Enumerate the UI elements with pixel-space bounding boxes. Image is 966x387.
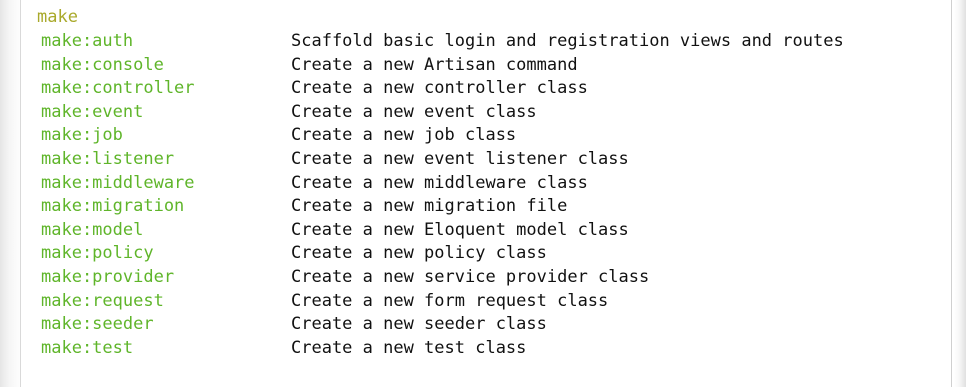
command-description: Create a new policy class: [291, 243, 547, 264]
command-row: make:listener Create a new event listener…: [41, 148, 844, 172]
command-name: make:auth: [41, 31, 134, 51]
command-row: make:test Create a new test class: [41, 337, 844, 361]
command-name: make:request: [41, 290, 164, 311]
command-description: Create a new seeder class: [291, 314, 547, 335]
command-description: Create a new migration file: [291, 196, 568, 217]
command-name: make:controller: [41, 78, 195, 99]
command-row: make:model Create a new Eloquent model cl…: [41, 219, 844, 243]
command-row: make:request Create a new form request cl…: [41, 290, 844, 314]
command-description: Create a new test class: [291, 337, 527, 358]
clipped-next-group-header: queue: [43, 381, 94, 387]
command-name: make:listener: [41, 148, 175, 169]
command-description: Create a new controller class: [291, 78, 588, 99]
command-description: Create a new job class: [291, 125, 517, 146]
command-group-header: make: [37, 7, 78, 27]
command-description: Create a new form request class: [291, 290, 609, 311]
command-row: make:auth Scaffold basic login and regist…: [41, 30, 844, 54]
command-row: make:migration Create a new migration fil…: [41, 195, 844, 219]
command-row: make:middleware Create a new middleware c…: [41, 172, 844, 196]
command-row: make:controller Create a new controller c…: [41, 77, 844, 101]
command-name: make:middleware: [41, 172, 195, 193]
command-description: Create a new event class: [291, 101, 537, 122]
command-description: Scaffold basic login and registration vi…: [291, 31, 844, 51]
command-name: make:seeder: [41, 314, 154, 335]
command-row: make:policy Create a new policy class: [41, 242, 844, 266]
command-description: Create a new event listener class: [291, 148, 629, 169]
command-row: make:seeder Create a new seeder class: [41, 313, 844, 337]
window-shadow-left: [0, 0, 22, 387]
command-name: make:job: [41, 125, 123, 146]
command-name: make:migration: [41, 196, 185, 217]
command-list: make:auth Scaffold basic login and regist…: [41, 30, 844, 360]
command-description: Create a new Artisan command: [291, 54, 578, 75]
command-name: make:test: [41, 337, 134, 358]
command-name: make:event: [41, 101, 144, 122]
command-name: make:console: [41, 54, 164, 75]
window-shadow-right: [954, 0, 966, 387]
command-row: make:provider Create a new service provid…: [41, 266, 844, 290]
command-description: Create a new service provider class: [291, 266, 650, 287]
command-name: make:provider: [41, 266, 175, 287]
command-description: Create a new Eloquent model class: [291, 219, 629, 240]
command-row: make:event Create a new event class: [41, 101, 844, 125]
screenshot-stage: make make:auth Scaffold basic login and r…: [0, 0, 966, 387]
command-description: Create a new middleware class: [291, 172, 588, 193]
command-name: make:policy: [41, 243, 154, 264]
command-row: make:job Create a new job class: [41, 124, 844, 148]
command-name: make:model: [41, 219, 144, 240]
terminal-window[interactable]: make make:auth Scaffold basic login and r…: [20, 0, 952, 387]
command-row: make:console Create a new Artisan command: [41, 54, 844, 78]
